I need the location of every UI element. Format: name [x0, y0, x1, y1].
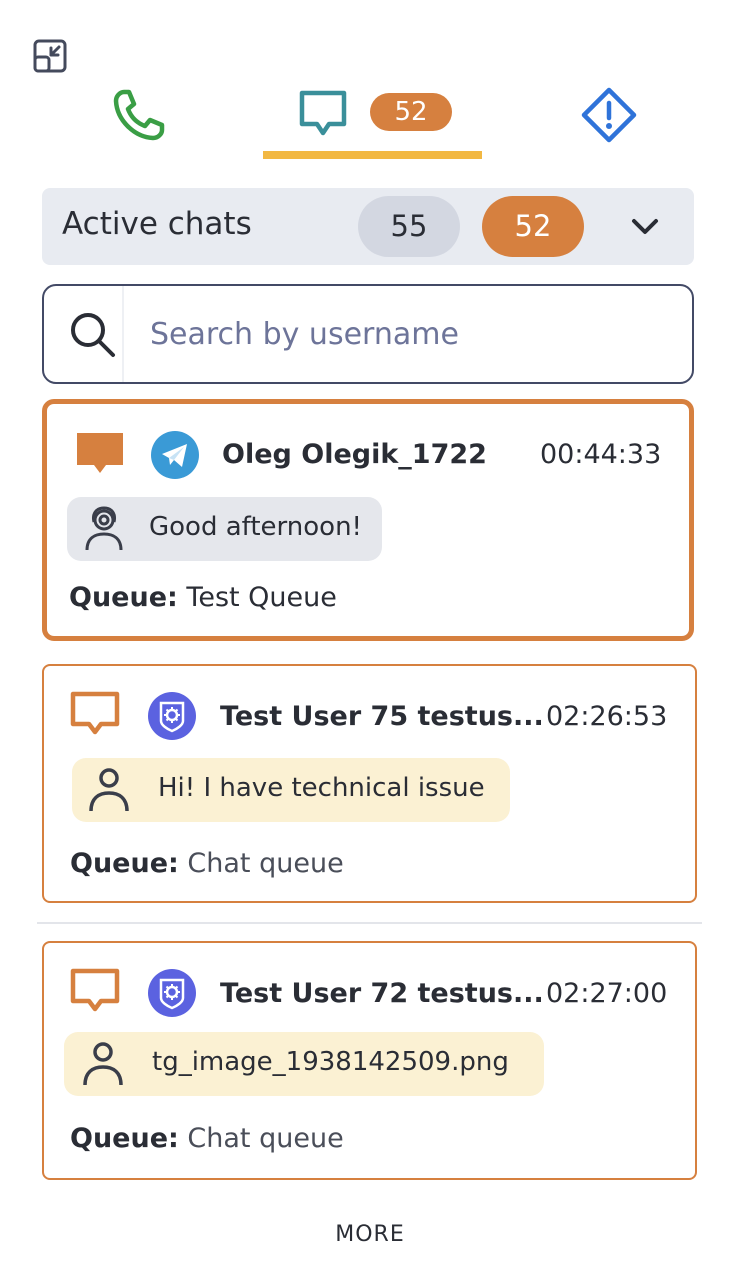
tab-calls[interactable] [110, 86, 168, 144]
queue-label: Queue: [70, 848, 179, 879]
message-text: Hi! I have technical issue [158, 773, 485, 803]
contact-name: Test User 75 testus... [220, 701, 544, 732]
contact-name: Test User 72 testus... [220, 978, 544, 1009]
contact-name: Oleg Olegik_1722 [222, 439, 487, 470]
chevron-down-icon[interactable] [626, 208, 664, 246]
queue-info: Queue: Test Queue [69, 582, 337, 613]
total-chats-count: 55 [358, 196, 460, 257]
chats-count-badge: 52 [370, 93, 452, 131]
chat-card[interactable]: Test User 72 testus... 02:27:00 tg_image… [42, 941, 697, 1180]
top-tabs: 52 [0, 80, 734, 162]
queue-label: Queue: [69, 582, 178, 613]
bot-icon [148, 692, 196, 740]
chat-card[interactable]: Test User 75 testus... 02:26:53 Hi! I ha… [42, 664, 697, 903]
queue-value: Chat queue [187, 848, 344, 879]
tab-chats[interactable] [295, 86, 351, 142]
chat-status-icon [77, 433, 123, 473]
list-divider [37, 922, 702, 924]
chat-icon [299, 90, 347, 136]
message-text: tg_image_1938142509.png [152, 1047, 509, 1077]
queue-info: Queue: Chat queue [70, 848, 344, 879]
chat-timer: 02:26:53 [546, 701, 668, 732]
alert-diamond-icon [581, 87, 637, 143]
queue-label: Queue: [70, 1123, 179, 1154]
chat-timer: 02:27:00 [546, 978, 668, 1009]
search-divider [122, 286, 124, 382]
queue-info: Queue: Chat queue [70, 1123, 344, 1154]
user-icon [83, 1042, 123, 1086]
bot-icon [148, 969, 196, 1017]
chat-status-icon [70, 691, 120, 735]
search-box [42, 284, 694, 384]
search-icon [66, 308, 120, 362]
chat-timer: 00:44:33 [540, 439, 662, 470]
user-icon [89, 768, 129, 812]
last-message: Hi! I have technical issue [72, 758, 510, 822]
tab-alerts[interactable] [580, 86, 638, 144]
collapse-icon[interactable] [32, 38, 68, 74]
active-tab-indicator [263, 151, 482, 159]
telegram-icon [151, 431, 199, 479]
message-text: Good afternoon! [149, 512, 362, 542]
queue-value: Chat queue [187, 1123, 344, 1154]
chat-status-icon [70, 968, 120, 1012]
active-chats-header[interactable]: Active chats 55 52 [42, 188, 694, 265]
chat-panel: 52 Active chats 55 52 Search by username… [0, 0, 734, 1272]
search-input[interactable] [150, 306, 670, 362]
last-message: tg_image_1938142509.png [64, 1032, 544, 1096]
my-chats-count: 52 [482, 196, 584, 257]
last-message: Good afternoon! [67, 497, 382, 561]
queue-value: Test Queue [186, 582, 337, 613]
more-button[interactable]: MORE [300, 1222, 440, 1258]
chat-card[interactable]: Oleg Olegik_1722 00:44:33 Good afternoon… [42, 399, 694, 641]
phone-icon [113, 89, 165, 141]
active-chats-title: Active chats [62, 206, 252, 242]
operator-icon [85, 506, 123, 551]
